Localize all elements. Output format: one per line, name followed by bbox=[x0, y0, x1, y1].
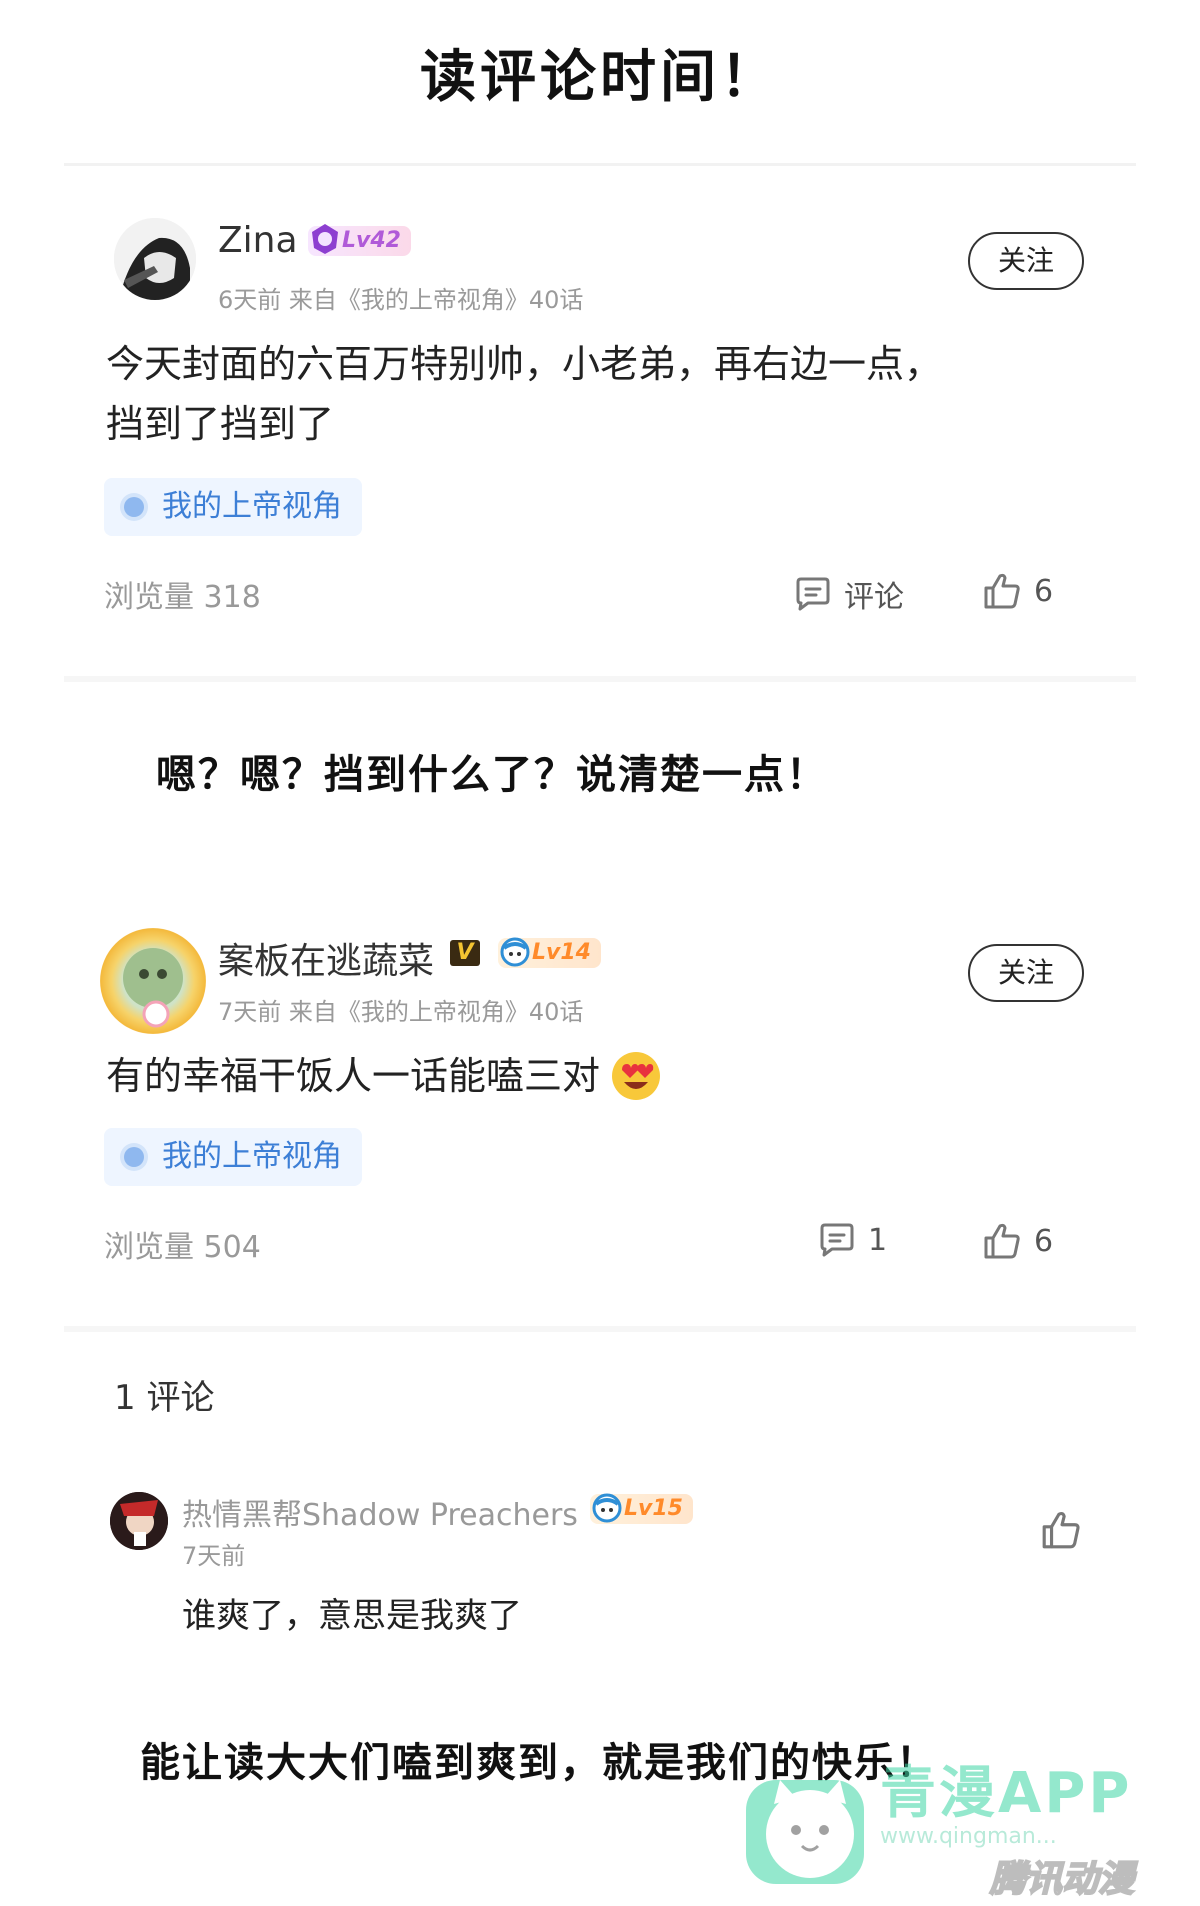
comment-label: 评论 bbox=[844, 580, 904, 615]
thumbs-up-icon bbox=[984, 573, 1020, 609]
watermark-brand: 腾讯动漫 bbox=[989, 1858, 1135, 1901]
comment-button[interactable]: 1 bbox=[818, 1222, 887, 1258]
username[interactable]: 案板在逃蔬菜 bbox=[218, 932, 434, 984]
page-title: 读评论时间！ bbox=[420, 45, 780, 110]
comment-time: 7天前 bbox=[182, 1542, 246, 1570]
vip-badge: V bbox=[450, 940, 480, 966]
comment-count: 1 bbox=[868, 1222, 888, 1258]
like-count: 6 bbox=[1034, 1223, 1054, 1259]
like-button[interactable]: 6 bbox=[982, 572, 1053, 610]
divider bbox=[64, 676, 1136, 682]
level-crest-icon bbox=[592, 1493, 622, 1523]
thumbs-up-icon bbox=[984, 1223, 1020, 1259]
watermark: 青漫APP www.qingman... 腾讯动漫 bbox=[740, 1740, 1180, 1901]
tag-dot-icon bbox=[124, 1147, 144, 1167]
follow-button[interactable]: 关注 bbox=[968, 944, 1084, 1002]
tag-dot-icon bbox=[124, 497, 144, 517]
comment-username[interactable]: 热情黑帮Shadow Preachers bbox=[182, 1490, 578, 1534]
follow-button[interactable]: 关注 bbox=[968, 232, 1084, 290]
level-badge: Lv15 bbox=[590, 1493, 693, 1524]
tag-label: 我的上帝视角 bbox=[162, 1139, 342, 1174]
username[interactable]: Zina bbox=[218, 220, 298, 261]
post-body: 有的幸福干饭人一话能嗑三对 bbox=[106, 1046, 662, 1106]
post-meta: 6天前 来自《我的上帝视角》40话 bbox=[218, 286, 584, 314]
avatar-image-icon bbox=[123, 948, 183, 1028]
comment-button[interactable]: 评论 bbox=[794, 572, 904, 616]
watermark-url: www.qingman... bbox=[880, 1824, 1057, 1849]
view-count: 浏览量 504 bbox=[104, 1230, 261, 1265]
view-count: 浏览量 318 bbox=[104, 580, 261, 615]
post-meta: 7天前 来自《我的上帝视角》40话 bbox=[218, 998, 584, 1026]
post-body: 今天封面的六百万特别帅，小老弟，再右边一点， 挡到了挡到了 bbox=[106, 334, 1106, 454]
avatar[interactable] bbox=[100, 928, 206, 1034]
tag-label: 我的上帝视角 bbox=[162, 489, 342, 524]
heart-eyes-emoji-icon bbox=[612, 1052, 661, 1100]
topic-tag[interactable]: 我的上帝视角 bbox=[104, 478, 362, 536]
post-body-text: 有的幸福干饭人一话能嗑三对 bbox=[106, 1054, 601, 1098]
avatar[interactable] bbox=[110, 1492, 168, 1550]
like-count: 6 bbox=[1034, 573, 1054, 609]
comment-icon bbox=[820, 1223, 854, 1257]
caption-text: 嗯？嗯？挡到什么了？说清楚一点！ bbox=[156, 752, 828, 798]
avatar-image-icon bbox=[110, 1492, 168, 1550]
comment-body: 谁爽了，意思是我爽了 bbox=[182, 1596, 522, 1636]
like-button[interactable]: 6 bbox=[982, 1222, 1053, 1260]
topic-tag[interactable]: 我的上帝视角 bbox=[104, 1128, 362, 1186]
level-text: Lv14 bbox=[532, 940, 591, 965]
level-crest-icon bbox=[500, 937, 530, 967]
cat-mascot-icon bbox=[746, 1780, 864, 1884]
level-badge: Lv14 bbox=[498, 937, 601, 968]
comment-icon bbox=[796, 577, 830, 611]
post-body-line: 挡到了挡到了 bbox=[106, 402, 335, 446]
watermark-app-name: 青漫APP bbox=[880, 1761, 1133, 1826]
thumbs-up-icon bbox=[1042, 1511, 1080, 1549]
divider bbox=[64, 163, 1136, 166]
avatar-image-icon bbox=[114, 218, 196, 300]
level-text: Lv42 bbox=[342, 228, 401, 253]
divider bbox=[64, 1326, 1136, 1332]
level-text: Lv15 bbox=[624, 1496, 683, 1521]
avatar[interactable] bbox=[114, 218, 196, 300]
level-crest-icon bbox=[312, 224, 338, 254]
comment-count-header: 1 评论 bbox=[114, 1378, 215, 1418]
post-body-line: 今天封面的六百万特别帅，小老弟，再右边一点， bbox=[106, 342, 943, 386]
comment-like-button[interactable] bbox=[1040, 1510, 1082, 1554]
level-badge: Lv42 bbox=[308, 224, 411, 256]
